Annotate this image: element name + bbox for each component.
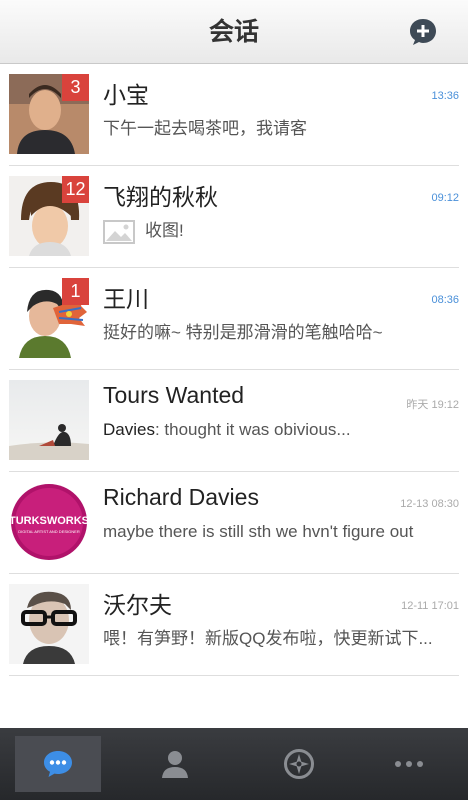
message-preview: 喂！有笋野！新版QQ发布啦，快更新试下... bbox=[103, 629, 433, 648]
contact-name: 沃尔夫 bbox=[103, 592, 172, 618]
avatar-logo-subtext: DIGITAL ARTIST AND DESIGNER bbox=[18, 529, 80, 534]
tab-contacts[interactable] bbox=[132, 736, 218, 792]
conversation-row[interactable]: TURKSWORKS DIGITAL ARTIST AND DESIGNER R… bbox=[9, 472, 459, 574]
conversation-list: 3 小宝 13:36 下午一起去喝茶吧，我请客 12 飞翔的秋秋 09:12 收… bbox=[0, 64, 468, 676]
avatar: TURKSWORKS DIGITAL ARTIST AND DESIGNER bbox=[9, 482, 89, 562]
message-time: 12-11 17:01 bbox=[401, 600, 459, 612]
message-time: 08:36 bbox=[431, 294, 459, 306]
message-time: 13:36 bbox=[431, 90, 459, 102]
message-preview: 挺好的嘛~ 特别是那滑滑的笔触哈哈~ bbox=[103, 323, 383, 342]
new-chat-button[interactable] bbox=[408, 17, 438, 47]
more-dots-icon bbox=[395, 761, 423, 767]
unread-badge: 3 bbox=[62, 74, 89, 101]
unread-badge: 12 bbox=[62, 176, 89, 203]
contact-name: 王川 bbox=[103, 286, 149, 312]
conversation-row[interactable]: 1 王川 08:36 挺好的嘛~ 特别是那滑滑的笔触哈哈~ bbox=[9, 268, 459, 370]
avatar bbox=[9, 380, 89, 460]
plus-bubble-icon bbox=[410, 19, 436, 45]
image-icon bbox=[103, 219, 135, 244]
message-preview: 收图! bbox=[103, 216, 449, 244]
nav-header: 会话 bbox=[0, 0, 468, 64]
tab-bar bbox=[0, 728, 468, 800]
contact-name: Tours Wanted bbox=[103, 382, 245, 408]
contact-name: 飞翔的秋秋 bbox=[103, 184, 218, 210]
message-time: 12-13 08:30 bbox=[400, 498, 459, 510]
message-time: 昨天 19:12 bbox=[406, 399, 459, 411]
chat-bubble-icon bbox=[44, 751, 72, 777]
tab-discover[interactable] bbox=[256, 736, 342, 792]
unread-badge: 1 bbox=[62, 278, 89, 305]
contacts-icon bbox=[162, 751, 188, 778]
conversation-row[interactable]: 3 小宝 13:36 下午一起去喝茶吧，我请客 bbox=[9, 64, 459, 166]
tab-conversations[interactable] bbox=[15, 736, 101, 792]
contact-name: Richard Davies bbox=[103, 484, 259, 510]
message-preview: maybe there is still sth we hvn't figure… bbox=[103, 522, 414, 541]
conversation-row[interactable]: 沃尔夫 12-11 17:01 喂！有笋野！新版QQ发布啦，快更新试下... bbox=[9, 574, 459, 676]
message-preview: 下午一起去喝茶吧，我请客 bbox=[103, 119, 307, 138]
message-preview-text: 收图! bbox=[145, 221, 184, 240]
contact-name: 小宝 bbox=[103, 82, 149, 108]
tab-more[interactable] bbox=[366, 736, 452, 792]
conversation-row[interactable]: 12 飞翔的秋秋 09:12 收图! bbox=[9, 166, 459, 268]
message-preview-text: : thought it was obivious... bbox=[154, 420, 351, 439]
page-title: 会话 bbox=[208, 17, 259, 46]
compass-icon bbox=[284, 749, 314, 779]
avatar-logo-text: TURKSWORKS bbox=[9, 515, 89, 527]
message-time: 09:12 bbox=[431, 192, 459, 204]
message-preview: Davies: thought it was obivious... bbox=[103, 420, 449, 440]
message-sender: Davies bbox=[103, 420, 155, 439]
conversation-row[interactable]: Tours Wanted 昨天 19:12 Davies: thought it… bbox=[9, 370, 459, 472]
avatar bbox=[9, 584, 89, 664]
